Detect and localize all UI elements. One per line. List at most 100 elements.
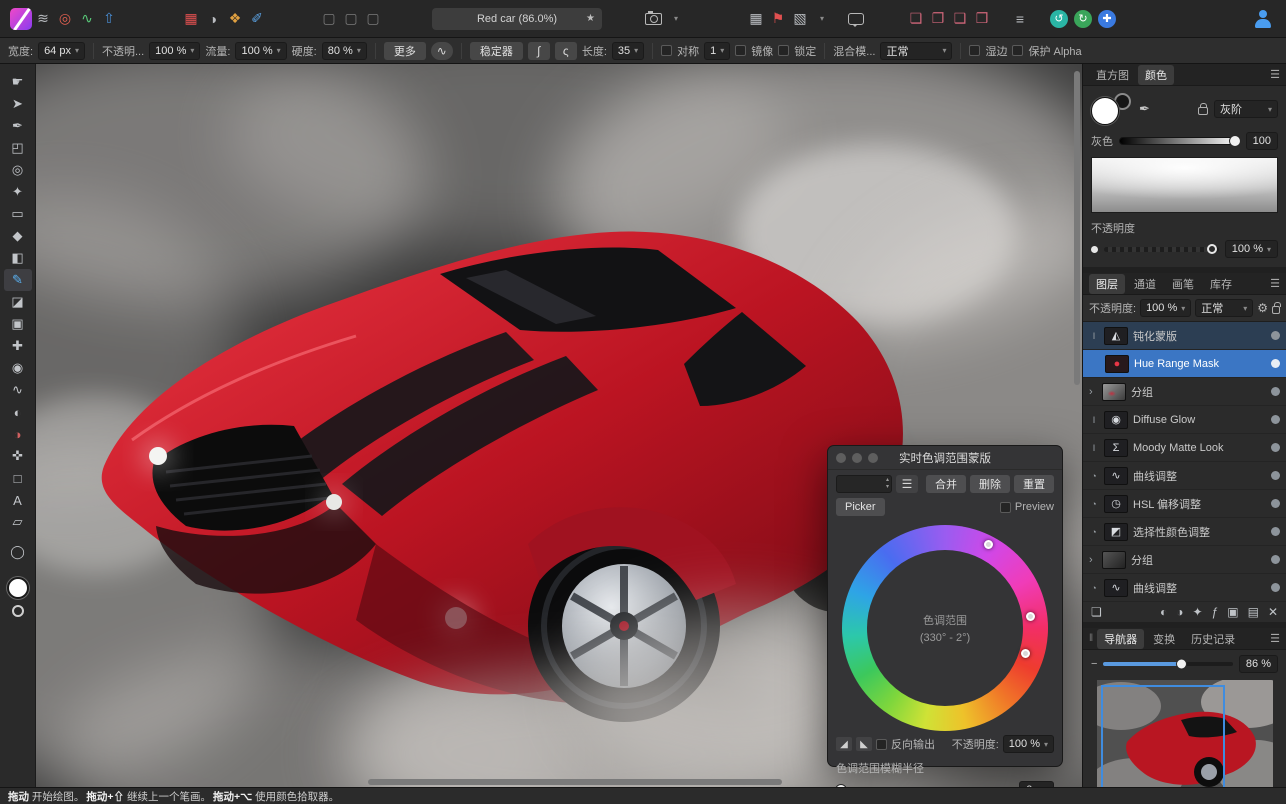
lock-checkbox[interactable]: [778, 45, 790, 56]
swatch-dropdown-icon[interactable]: ▾: [811, 7, 833, 31]
erase-brush-tool[interactable]: ◪: [4, 291, 32, 313]
layer-row-group-2[interactable]: › 分组: [1083, 546, 1286, 574]
color-panel-menu-icon[interactable]: ☰: [1270, 68, 1280, 81]
layer-lock-icon[interactable]: [1272, 302, 1281, 314]
expander-icon[interactable]: ›: [1089, 554, 1097, 566]
color-picker-tool[interactable]: ✒: [4, 115, 32, 137]
layer-visibility-toggle[interactable]: [1271, 443, 1280, 452]
vertical-scroll-thumb[interactable]: [1074, 71, 1080, 385]
gray-slider[interactable]: [1119, 135, 1241, 147]
develop-persona-icon[interactable]: ◎: [54, 7, 76, 31]
protect-alpha-checkbox[interactable]: [1012, 45, 1024, 56]
layer-row-hsl[interactable]: ◔ ◷ HSL 偏移调整: [1083, 490, 1286, 518]
layer-visibility-toggle[interactable]: [1271, 555, 1280, 564]
camera-dropdown-icon[interactable]: ▾: [665, 7, 687, 31]
liquify-tool[interactable]: ✜: [4, 445, 32, 467]
mask-layer-button[interactable]: ◐: [1160, 605, 1167, 619]
viewport-rectangle[interactable]: [1100, 685, 1225, 793]
layer-gear-icon[interactable]: ⚙: [1257, 301, 1268, 315]
auto-white-balance-icon[interactable]: ✐: [246, 7, 268, 31]
alignment-icon[interactable]: ≡: [1009, 7, 1031, 31]
tab-brushes[interactable]: 画笔: [1165, 274, 1201, 294]
color-opacity-slider[interactable]: [1104, 244, 1219, 254]
canvas-area[interactable]: 实时色调范围蒙版 ▴ ▾ ☰ 合并 删除 重置 Picker Preview 色调…: [36, 64, 1082, 787]
tab-history[interactable]: 历史记录: [1184, 629, 1242, 649]
opacity-field[interactable]: 100 % ▾: [149, 41, 201, 60]
layer-visibility-toggle[interactable]: [1271, 471, 1280, 480]
horizontal-scroll-thumb[interactable]: [367, 779, 782, 785]
foreground-color-swatch[interactable]: [6, 577, 29, 599]
reset-button[interactable]: 重置: [1014, 475, 1054, 493]
delete-button[interactable]: 删除: [970, 475, 1010, 493]
selection-brush-tool[interactable]: ◎: [4, 159, 32, 181]
color-opacity-value[interactable]: 100 % ▾: [1224, 240, 1278, 258]
crop-tool[interactable]: ◰: [4, 137, 32, 159]
live-filter-button[interactable]: ✦: [1193, 605, 1203, 619]
layer-visibility-toggle[interactable]: [1271, 387, 1280, 396]
blur-radius-value[interactable]: 0 px: [1019, 781, 1054, 787]
layers-panel-menu-icon[interactable]: ☰: [1270, 277, 1280, 290]
primary-color-circle[interactable]: [1091, 97, 1119, 125]
gradient-tool[interactable]: ◧: [4, 247, 32, 269]
layer-row-selective-color[interactable]: ◔ ◩ 选择性颜色调整: [1083, 518, 1286, 546]
rotate-cw-icon[interactable]: ↻: [1074, 9, 1092, 28]
maximize-icon[interactable]: [868, 453, 878, 463]
brush-stroke-icon[interactable]: ∿: [430, 41, 453, 60]
zoom-knob[interactable]: [1175, 658, 1187, 670]
zoom-slider[interactable]: [1103, 658, 1233, 670]
camera-icon[interactable]: [642, 7, 665, 31]
expander-icon[interactable]: ›: [1089, 386, 1097, 398]
assistant-bubble-icon[interactable]: [845, 7, 867, 31]
flood-select-tool[interactable]: ✦: [4, 181, 32, 203]
group-button[interactable]: ▣: [1227, 605, 1238, 619]
tone-mapping-persona-icon[interactable]: ∿: [76, 7, 98, 31]
hue-wheel[interactable]: 色调范围 (330° - 2°): [842, 525, 1048, 731]
linear-ramp-icon[interactable]: ◢: [836, 737, 852, 751]
eyedropper-icon[interactable]: ✒: [1139, 101, 1150, 117]
delete-layer-button[interactable]: ✕: [1268, 605, 1278, 619]
invert-output-checkbox[interactable]: [876, 738, 887, 750]
dialog-titlebar[interactable]: 实时色调范围蒙版: [828, 446, 1062, 470]
layer-visibility-toggle[interactable]: [1271, 499, 1280, 508]
color-mode-select[interactable]: 灰阶 ▾: [1214, 100, 1278, 118]
preset-menu-icon[interactable]: ☰: [896, 475, 918, 493]
flood-fill-tool[interactable]: ◆: [4, 225, 32, 247]
more-button[interactable]: 更多: [383, 41, 426, 60]
fx-button[interactable]: ƒ: [1212, 605, 1219, 619]
stabilizer-button[interactable]: 稳定器: [469, 41, 523, 60]
view-tool[interactable]: ☛: [4, 71, 32, 93]
layers-blend-select[interactable]: 正常 ▾: [1195, 299, 1254, 317]
selection-mode-add-icon[interactable]: ▢: [340, 7, 362, 31]
blur-radius-knob[interactable]: [835, 784, 847, 787]
layer-visibility-toggle[interactable]: [1271, 331, 1280, 340]
width-field[interactable]: 64 px ▾: [38, 41, 85, 60]
dialog-opacity-field[interactable]: 100 % ▾: [1002, 735, 1054, 753]
layer-row-moody-matte[interactable]: I Σ Moody Matte Look: [1083, 434, 1286, 462]
layer-row-diffuse-glow[interactable]: I ◉ Diffuse Glow: [1083, 406, 1286, 434]
background-color-swatch[interactable]: [11, 605, 24, 617]
picker-button[interactable]: Picker: [836, 498, 885, 516]
mirror-checkbox[interactable]: [735, 45, 747, 56]
close-icon[interactable]: [836, 453, 846, 463]
swatchbook-icon[interactable]: ▧: [789, 7, 811, 31]
snapshot-icon-3[interactable]: ❑: [949, 7, 971, 31]
preview-checkbox[interactable]: [999, 501, 1011, 513]
layer-row-hue-range-mask[interactable]: ● Hue Range Mask: [1083, 350, 1286, 378]
snapshot-icon-2[interactable]: ❐: [927, 7, 949, 31]
layer-visibility-toggle[interactable]: [1271, 359, 1280, 368]
tab-channels[interactable]: 通道: [1127, 274, 1163, 294]
auto-colors-icon[interactable]: ❖: [224, 7, 246, 31]
app-logo-icon[interactable]: [10, 7, 32, 30]
duplicate-layer-button[interactable]: ❏: [1091, 605, 1102, 619]
smudge-brush-tool[interactable]: ∿: [4, 379, 32, 401]
symmetry-count-field[interactable]: 1 ▾: [704, 41, 731, 60]
selection-mode-subtract-icon[interactable]: ▢: [362, 7, 384, 31]
account-person-icon[interactable]: [1250, 7, 1276, 31]
blur-brush-tool[interactable]: ◉: [4, 357, 32, 379]
gamma-ramp-icon[interactable]: ◣: [856, 737, 872, 751]
layer-row-curves-1[interactable]: ◔ ∿ 曲线调整: [1083, 462, 1286, 490]
rope-stabilizer-icon[interactable]: ∫: [527, 41, 550, 60]
auto-contrast-icon[interactable]: ◑: [202, 7, 224, 31]
layer-row-unsharp-mask[interactable]: I ◭ 钝化蒙版: [1083, 322, 1286, 350]
selection-mode-new-icon[interactable]: ▢: [318, 7, 340, 31]
